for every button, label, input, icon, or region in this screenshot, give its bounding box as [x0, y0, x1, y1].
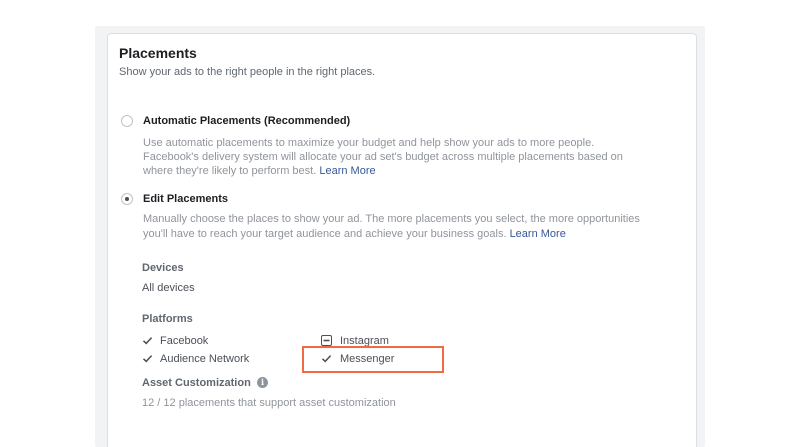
- automatic-desc-line3: where they're likely to perform best. Le…: [143, 165, 376, 177]
- facebook-label[interactable]: Facebook: [160, 335, 208, 347]
- checkmark-icon: [142, 337, 153, 345]
- devices-label: Devices: [142, 262, 184, 274]
- section-subtitle: Show your ads to the right people in the…: [119, 66, 376, 78]
- automatic-placements-radio[interactable]: [121, 115, 133, 127]
- info-icon[interactable]: i: [257, 377, 268, 388]
- asset-customization-label: Asset Customization: [142, 377, 251, 389]
- devices-dropdown[interactable]: All devices: [142, 282, 195, 294]
- edit-learn-more-link[interactable]: Learn More: [510, 228, 566, 240]
- checkmark-icon: [142, 355, 153, 363]
- edit-desc-line1: Manually choose the places to show your …: [143, 213, 640, 225]
- audience-network-label[interactable]: Audience Network: [160, 353, 249, 365]
- edit-placements-radio[interactable]: [121, 193, 133, 205]
- section-title: Placements: [119, 45, 197, 61]
- asset-customization-summary: 12 / 12 placements that support asset cu…: [142, 397, 396, 409]
- automatic-placements-label[interactable]: Automatic Placements (Recommended): [143, 115, 350, 127]
- messenger-highlight-box: [302, 346, 444, 373]
- indeterminate-icon: [321, 335, 332, 346]
- instagram-checkbox[interactable]: [321, 335, 332, 346]
- automatic-desc-line2: Facebook's delivery system will allocate…: [143, 151, 623, 163]
- automatic-learn-more-link[interactable]: Learn More: [319, 165, 375, 177]
- facebook-checkbox[interactable]: [142, 335, 153, 346]
- edit-desc-line2: you'll have to reach your target audienc…: [143, 228, 566, 240]
- edit-placements-label[interactable]: Edit Placements: [143, 193, 228, 205]
- platforms-label: Platforms: [142, 313, 193, 325]
- audience-network-checkbox[interactable]: [142, 353, 153, 364]
- automatic-desc-line1: Use automatic placements to maximize you…: [143, 137, 595, 149]
